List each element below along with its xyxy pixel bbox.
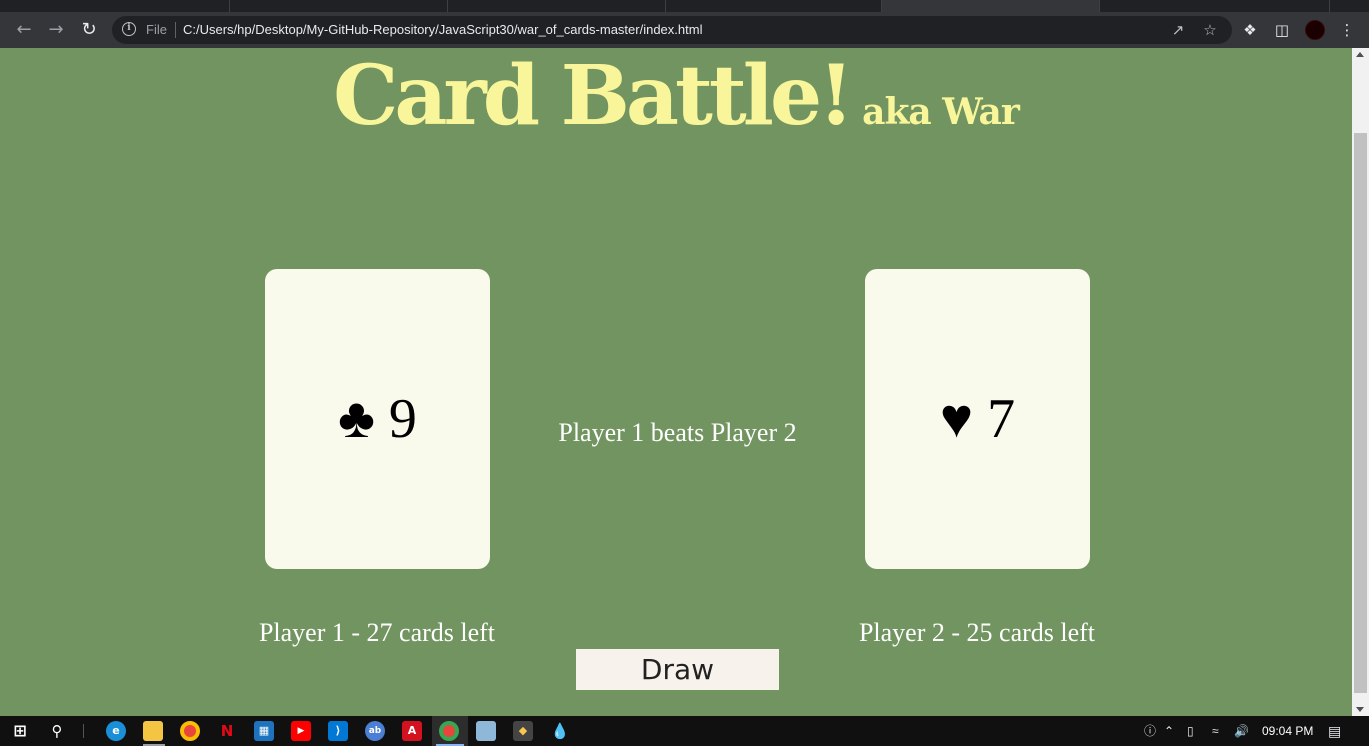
browser-toolbar: ← → ↻ i File C:/Users/hp/Desktop/My-GitH… [0,12,1369,48]
player1-card-face: ♣ 9 [338,387,417,451]
page-viewport: Card Battle! aka War ♣ 9 Player 1 beats Pl… [0,48,1352,716]
vscode-icon[interactable]: ⟩ [328,721,348,741]
windows-taskbar: ⊞ ⚲ e N ▦ ▶ ⟩ ab A ◆ 💧 ⓘ ⌃ ▯ ≈ 🔊 09:04 P… [0,716,1369,746]
round-result: Player 1 beats Player 2 [558,418,797,447]
paint-drop-icon[interactable]: 💧 [550,721,570,741]
player2-card-rank: 7 [987,388,1016,450]
title-main: Card Battle! [333,48,854,144]
app-icon[interactable]: ab [365,721,385,741]
star-icon[interactable]: ☆ [1200,20,1220,40]
kebab-menu-icon[interactable]: ⋮ [1336,19,1358,41]
player1-card-count: Player 1 - 27 cards left [258,618,496,647]
info-icon[interactable]: i [122,22,136,36]
battery-icon[interactable]: ▯ [1187,723,1194,739]
puzzle-icon[interactable]: ❖ [1239,19,1261,41]
youtube-icon[interactable]: ▶ [291,721,311,741]
address-separator [175,22,176,38]
notification-icon[interactable]: ▤ [1328,723,1341,739]
address-scheme: File [146,22,167,37]
browser-tab[interactable] [1100,0,1330,12]
volume-icon[interactable]: 🔊 [1234,723,1249,739]
heart-icon: ♥ [939,388,974,450]
page-scrollbar[interactable] [1352,48,1369,716]
address-bar[interactable]: i File C:/Users/hp/Desktop/My-GitHub-Rep… [112,16,1232,44]
page-title: Card Battle! aka War [0,48,1352,144]
scroll-thumb[interactable] [1354,133,1367,693]
tab-strip [0,0,1369,12]
side-panel-icon[interactable]: ◫ [1271,19,1293,41]
browser-tab-active[interactable] [882,0,1100,12]
search-icon[interactable]: ⚲ [47,721,67,741]
player2-card-count: Player 2 - 25 cards left [858,618,1096,647]
browser-tab[interactable] [0,0,230,12]
wifi-icon[interactable]: ≈ [1212,723,1219,739]
address-url[interactable]: C:/Users/hp/Desktop/My-GitHub-Repository… [183,22,702,37]
browser-tab[interactable] [230,0,448,12]
store-icon[interactable]: ▦ [254,721,274,741]
git-icon[interactable]: ◆ [513,721,533,741]
edge-icon[interactable]: e [106,721,126,741]
browser-tab[interactable] [448,0,666,12]
draw-button[interactable]: Draw [576,649,779,690]
file-explorer-icon[interactable] [143,721,163,741]
player1-card-rank: 9 [388,388,417,450]
scroll-up-icon[interactable] [1356,52,1364,57]
help-icon[interactable]: ⓘ [1144,723,1156,739]
back-icon[interactable]: ← [12,18,36,42]
player1-card: ♣ 9 [265,269,490,569]
avatar[interactable] [1305,20,1325,40]
browser-tab[interactable] [666,0,882,12]
reload-icon[interactable]: ↻ [77,18,101,42]
scroll-down-icon[interactable] [1356,707,1364,712]
windows-start-icon[interactable]: ⊞ [10,721,30,741]
club-icon: ♣ [338,388,375,450]
title-subtitle: aka War [862,91,1020,133]
chrome-icon[interactable] [180,721,200,741]
chevron-up-icon[interactable]: ⌃ [1164,723,1174,739]
netflix-icon[interactable]: N [217,721,237,741]
taskbar-divider [83,724,84,738]
player2-card-face: ♥ 7 [940,387,1015,451]
forward-icon[interactable]: → [44,18,68,42]
player2-card: ♥ 7 [865,269,1090,569]
notepad-icon[interactable] [476,721,496,741]
acrobat-icon[interactable]: A [402,721,422,741]
share-icon[interactable]: ↗ [1168,20,1188,40]
chrome-active-icon[interactable] [439,721,459,741]
taskbar-clock[interactable]: 09:04 PM [1262,724,1313,738]
